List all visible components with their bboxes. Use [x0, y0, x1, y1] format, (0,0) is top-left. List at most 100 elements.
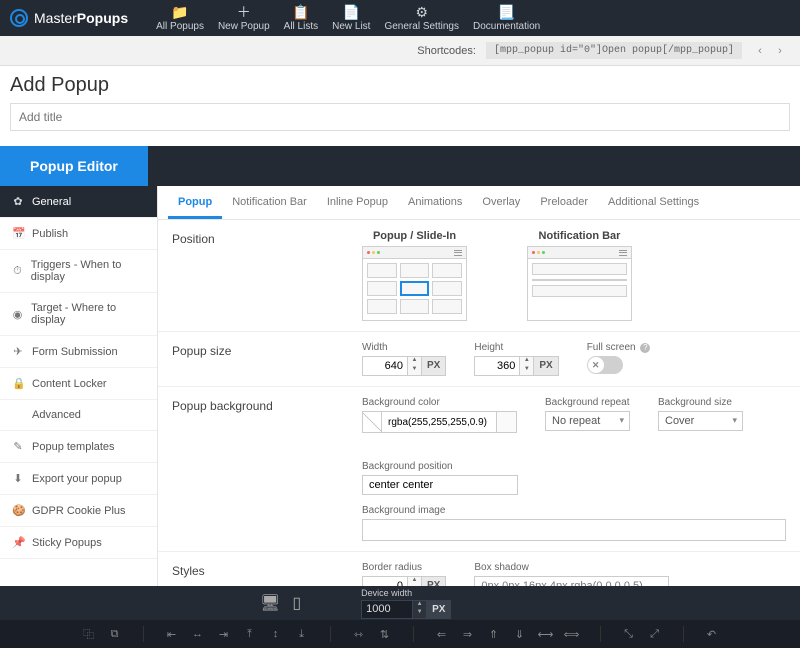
width-input[interactable]	[362, 356, 408, 376]
eyedropper-icon[interactable]	[362, 411, 382, 433]
device-width-spinner[interactable]: ▲▼	[413, 600, 427, 619]
tab[interactable]: Inline Popup	[317, 186, 398, 219]
nav-item[interactable]: 📃Documentation	[473, 5, 540, 32]
sidebar-item[interactable]: ◉Target - Where to display	[0, 293, 157, 336]
device-bar: 🖥 ▯ Device width ▲▼ PX	[0, 586, 800, 620]
tab[interactable]: Popup	[168, 186, 222, 219]
tab[interactable]: Additional Settings	[598, 186, 709, 219]
radius-unit[interactable]: PX	[422, 576, 446, 586]
width-spinner[interactable]: ▲▼	[408, 356, 422, 376]
info-icon[interactable]: ?	[640, 343, 650, 353]
sidebar-item[interactable]: ✈Form Submission	[0, 336, 157, 368]
nav-item[interactable]: ⚙General Settings	[384, 5, 459, 32]
shortcode-label: Shortcodes:	[417, 45, 476, 57]
tool-layers-icon[interactable]: ⿻	[77, 624, 101, 644]
window-header	[528, 247, 631, 259]
tool-align-center-h-icon[interactable]: ↔	[186, 624, 210, 644]
desktop-icon[interactable]: 🖥	[260, 593, 280, 613]
tool-distribute-h-icon[interactable]: ⇿	[347, 624, 371, 644]
tool-align-middle-v-icon[interactable]: ↕	[264, 624, 288, 644]
tab[interactable]: Overlay	[472, 186, 530, 219]
height-unit[interactable]: PX	[534, 356, 558, 376]
nb-position-bottom[interactable]	[532, 285, 627, 297]
sidebar-item[interactable]: 📌Sticky Popups	[0, 527, 157, 559]
tool-snap-left-icon[interactable]: ⇐	[430, 624, 454, 644]
tool-snap-top-icon[interactable]: ⇑	[482, 624, 506, 644]
width-unit[interactable]: PX	[422, 356, 446, 376]
nav-item[interactable]: 📄New List	[332, 5, 370, 32]
tool-snap-right-icon[interactable]: ⇒	[456, 624, 480, 644]
sidebar-item[interactable]: 🍪GDPR Cookie Plus	[0, 495, 157, 527]
tool-fit-width-icon[interactable]: ⤡	[617, 624, 641, 644]
editor-tab[interactable]: Popup Editor	[0, 146, 148, 186]
tool-align-bottom-icon[interactable]: ⤓	[290, 624, 314, 644]
nav-item-icon: 📁	[171, 5, 188, 19]
tool-align-right-icon[interactable]: ⇥	[212, 624, 236, 644]
height-input[interactable]	[474, 356, 520, 376]
sidebar-item[interactable]: ✿General	[0, 186, 157, 218]
radius-spinner[interactable]: ▲▼	[408, 576, 422, 586]
brand-icon	[10, 9, 28, 27]
window-header	[363, 247, 466, 259]
device-width-input[interactable]	[361, 600, 413, 619]
title-input[interactable]	[10, 103, 790, 131]
device-width-field: Device width ▲▼ PX	[361, 588, 451, 619]
nav-item-label: All Lists	[284, 21, 318, 32]
radius-input[interactable]	[362, 576, 408, 586]
tool-align-top-icon[interactable]: ⤒	[238, 624, 262, 644]
bg-repeat-select[interactable]: No repeat	[545, 411, 630, 431]
tab[interactable]: Preloader	[530, 186, 598, 219]
bg-color-text[interactable]	[382, 411, 497, 433]
tool-fit-height-icon[interactable]: ⤢	[643, 624, 667, 644]
pos-cell-selected[interactable]	[400, 281, 430, 296]
shortcode-next-icon[interactable]: ›	[772, 45, 788, 57]
sidebar-item[interactable]: Advanced	[0, 400, 157, 431]
device-width-unit[interactable]: PX	[427, 600, 451, 619]
nav-item[interactable]: 📁All Popups	[156, 5, 204, 32]
tool-undo-icon[interactable]: ↶	[700, 624, 724, 644]
shortcode-code[interactable]: [mpp_popup id="0"]Open popup[/mpp_popup]	[486, 42, 742, 59]
bg-size-select[interactable]: Cover	[658, 411, 743, 431]
bg-color-input[interactable]	[362, 411, 517, 433]
height-spinner[interactable]: ▲▼	[520, 356, 534, 376]
position-nb-box	[527, 246, 632, 321]
pos-cell[interactable]	[432, 281, 462, 296]
nb-position-top[interactable]	[532, 263, 627, 275]
sidebar-item-label: Export your popup	[32, 473, 122, 485]
sidebar-item[interactable]: ✎Popup templates	[0, 431, 157, 463]
sidebar-item[interactable]: 🔒Content Locker	[0, 368, 157, 400]
shortcode-prev-icon[interactable]: ‹	[752, 45, 768, 57]
tool-align-left-icon[interactable]: ⇤	[160, 624, 184, 644]
label-position: Position	[172, 230, 362, 321]
tab[interactable]: Animations	[398, 186, 472, 219]
field-fullscreen: Full screen ? ✕	[587, 342, 651, 376]
tool-copy-icon[interactable]: ⧉	[103, 624, 127, 644]
pos-cell[interactable]	[400, 263, 430, 278]
nav-item[interactable]: ＋New Popup	[218, 5, 270, 32]
bg-position-input[interactable]	[362, 475, 518, 495]
tool-snap-bottom-icon[interactable]: ⇓	[508, 624, 532, 644]
mobile-icon[interactable]: ▯	[292, 593, 301, 613]
pos-cell[interactable]	[432, 299, 462, 314]
bg-image-input[interactable]	[362, 519, 786, 541]
sidebar-item-icon: 🔒	[12, 377, 24, 390]
tab[interactable]: Notification Bar	[222, 186, 317, 219]
pos-cell[interactable]	[367, 299, 397, 314]
sidebar-item[interactable]: ⏱Triggers - When to display	[0, 250, 157, 293]
sidebar-item[interactable]: ⬇Export your popup	[0, 463, 157, 495]
fullscreen-toggle[interactable]: ✕	[587, 356, 623, 374]
pos-cell[interactable]	[432, 263, 462, 278]
toggle-x-icon: ✕	[588, 357, 604, 373]
tool-distribute-v-icon[interactable]: ⇅	[373, 624, 397, 644]
panel: Position Popup / Slide-In	[158, 220, 800, 586]
color-swatch[interactable]	[497, 411, 517, 433]
nav-item[interactable]: 📋All Lists	[284, 5, 318, 32]
fullscreen-label: Full screen ?	[587, 342, 651, 353]
pos-cell[interactable]	[400, 299, 430, 314]
pos-cell[interactable]	[367, 263, 397, 278]
pos-cell[interactable]	[367, 281, 397, 296]
shadow-input[interactable]	[474, 576, 669, 586]
tool-stretch-h-icon[interactable]: ⟷	[534, 624, 558, 644]
tool-stretch-v-icon[interactable]: ⟺	[560, 624, 584, 644]
sidebar-item[interactable]: 📅Publish	[0, 218, 157, 250]
